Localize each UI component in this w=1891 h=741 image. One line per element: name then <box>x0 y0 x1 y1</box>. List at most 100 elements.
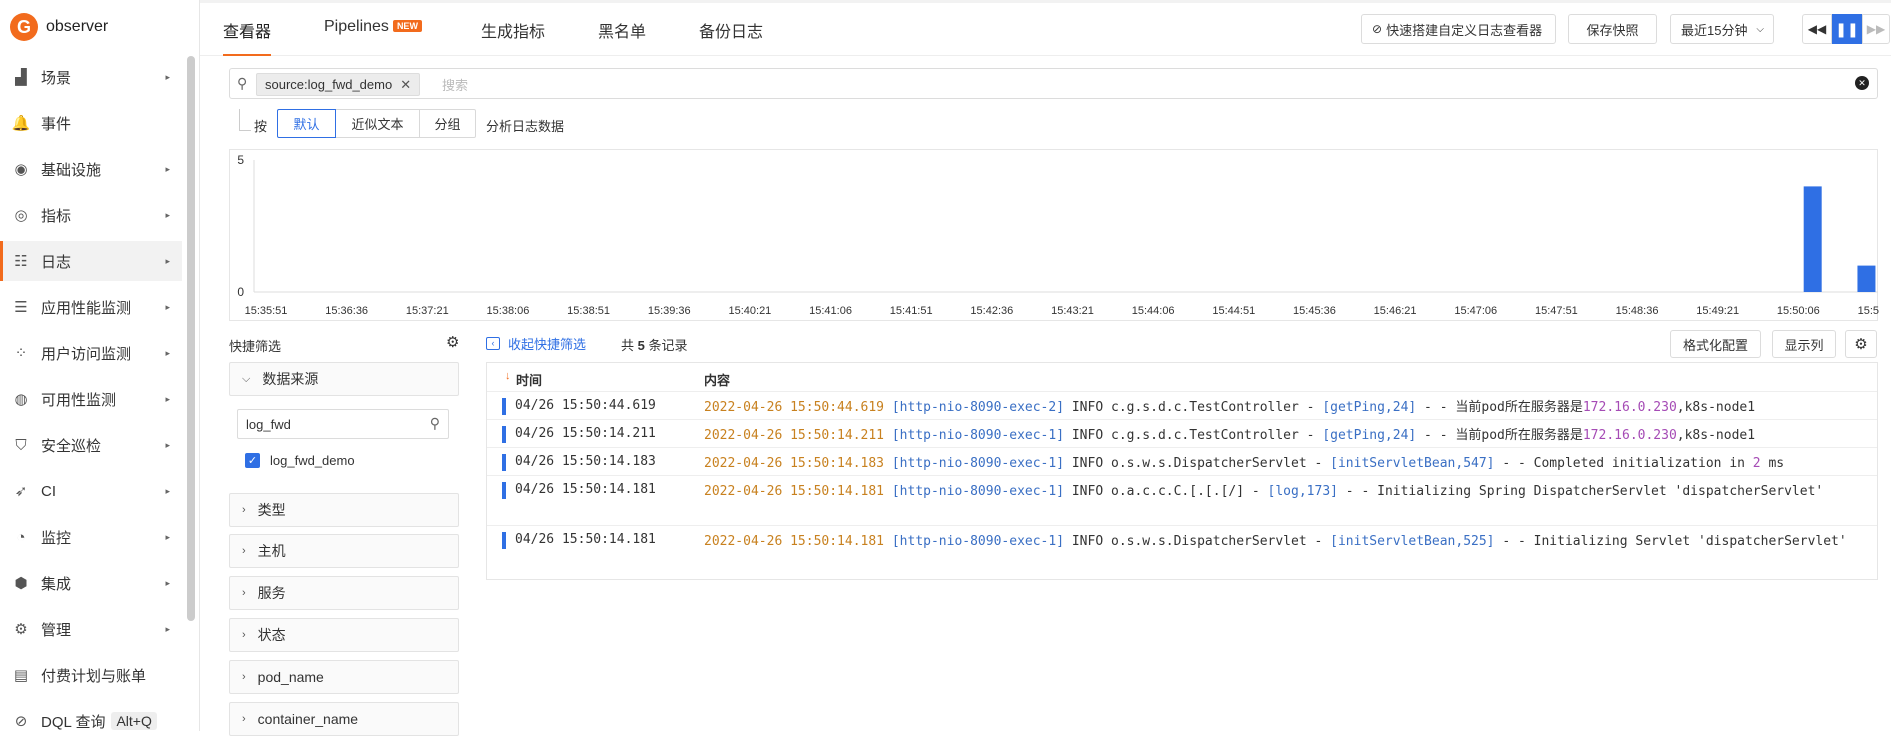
tab-pipelines[interactable]: Pipelines NEW <box>324 18 422 56</box>
filter-chip-label: source:log_fwd_demo <box>265 77 393 92</box>
format-config-label: 格式化配置 <box>1682 337 1748 353</box>
bell-icon: 🔔 <box>11 115 31 132</box>
gear-icon[interactable]: ⚙ <box>446 333 459 351</box>
shortcut-badge: Alt+Q <box>111 712 157 730</box>
x-tick-label: 15:41:06 <box>809 305 852 317</box>
show-columns-button[interactable]: 显示列 <box>1772 330 1836 358</box>
close-icon[interactable]: ✕ <box>400 77 411 93</box>
shield-icon: ⛉ <box>15 436 27 454</box>
source-search-input[interactable]: log_fwd ⚲ <box>237 409 449 439</box>
source-option[interactable]: ✓ log_fwd_demo <box>245 453 355 468</box>
sidebar-item-label: 可用性监测 <box>41 391 117 409</box>
facet-label: 类型 <box>257 502 286 518</box>
row-time: 04/26 15:50:14.181 <box>515 482 656 497</box>
format-config-button[interactable]: 格式化配置 <box>1670 330 1761 358</box>
table-row[interactable]: 04/26 15:50:44.619 2022-04-26 15:50:44.61… <box>487 391 1877 419</box>
sidebar-item[interactable]: ◍ 可用性监测 ▸ <box>0 379 182 419</box>
log-tail-a: - - 当前pod所在服务器是 <box>1416 400 1583 415</box>
column-time-header[interactable]: 时间 <box>516 370 542 389</box>
tab-viewer[interactable]: 查看器 <box>223 18 272 56</box>
facet-host[interactable]: › 主机 <box>229 534 459 568</box>
x-tick-label: 15:35:51 <box>245 305 288 317</box>
pause-button[interactable]: ❚❚ <box>1832 14 1862 44</box>
x-tick-label: 15:48:36 <box>1616 305 1659 317</box>
log-thread: [http-nio-8090-exec-2] <box>891 400 1065 415</box>
sidebar-item[interactable]: ◔ 监控 ▸ <box>0 517 182 557</box>
count-prefix: 共 <box>621 338 635 353</box>
x-tick-label: 15:39:36 <box>648 305 691 317</box>
sidebar-scrollbar[interactable] <box>187 56 195 621</box>
column-content-header[interactable]: 内容 <box>704 370 730 389</box>
facet-label: 状态 <box>257 627 286 643</box>
histogram-bar[interactable] <box>1857 265 1876 292</box>
chevron-right-icon: › <box>242 629 246 641</box>
chevron-right-icon: ▸ <box>165 439 170 450</box>
row-time: 04/26 15:50:14.183 <box>515 454 656 469</box>
table-row[interactable]: 04/26 15:50:14.181 2022-04-26 15:50:14.18… <box>487 475 1877 525</box>
checkbox-checked-icon[interactable]: ✓ <box>245 453 260 468</box>
search-input[interactable]: 搜索 <box>442 75 468 94</box>
sidebar-item[interactable]: ◉ 基础设施 ▸ <box>0 149 182 189</box>
sidebar-item[interactable]: ▟ 场景 ▸ <box>0 57 182 97</box>
sidebar-item[interactable]: ⁘ 用户访问监测 ▸ <box>0 333 182 373</box>
x-tick-label: 15:49:21 <box>1696 305 1739 317</box>
sidebar-item[interactable]: ▤ 付费计划与账单 <box>0 655 182 695</box>
list-settings-button[interactable]: ⚙ <box>1845 330 1877 358</box>
collapse-filter-label: 收起快捷筛选 <box>508 337 587 352</box>
sidebar-item[interactable]: 🔔 事件 <box>0 103 182 143</box>
facet-type[interactable]: › 类型 <box>229 493 459 527</box>
x-tick-label: 15:36:36 <box>325 305 368 317</box>
tab-generate-metrics[interactable]: 生成指标 <box>481 18 545 56</box>
sidebar-item[interactable]: ⬢ 集成 ▸ <box>0 563 182 603</box>
save-snapshot-button[interactable]: 保存快照 <box>1568 14 1657 44</box>
histogram-bar[interactable] <box>1803 186 1822 292</box>
facet-source[interactable]: ⌵ 数据来源 <box>229 362 459 396</box>
forward-button[interactable]: ▶▶ <box>1862 14 1890 44</box>
collapse-filter-button[interactable]: ‹ 收起快捷筛选 <box>486 334 586 353</box>
settings-icon: ⚙ <box>14 621 28 638</box>
search-bar[interactable]: ⚲ source:log_fwd_demo ✕ 搜索 ✕ <box>229 68 1878 99</box>
time-range-select[interactable]: 最近15分钟 ⌵ <box>1670 14 1774 44</box>
log-mid: INFO c.g.s.d.c.TestController - <box>1064 428 1323 443</box>
sidebar-item-label: 应用性能监测 <box>41 299 132 317</box>
quick-filter-title: 快捷筛选 <box>229 339 282 354</box>
x-tick-label: 15:47:51 <box>1535 305 1578 317</box>
table-row[interactable]: 04/26 15:50:14.183 2022-04-26 15:50:14.18… <box>487 447 1877 475</box>
filter-chip[interactable]: source:log_fwd_demo ✕ <box>256 73 421 96</box>
table-header: ↓ 时间 内容 <box>487 363 1877 391</box>
brand[interactable]: G observer <box>10 12 108 42</box>
log-tail-a: - - Initializing Spring DispatcherServle… <box>1337 484 1824 499</box>
tab-blacklist[interactable]: 黑名单 <box>598 18 646 56</box>
group-default[interactable]: 默认 <box>277 109 336 138</box>
group-bracket <box>239 109 251 131</box>
group-similar-text[interactable]: 近似文本 <box>335 109 420 138</box>
sidebar-item[interactable]: ☷ 日志 ▸ <box>0 241 182 281</box>
brand-name: observer <box>46 18 109 35</box>
log-method: [initServletBean,547] <box>1330 456 1495 471</box>
sidebar-item[interactable]: ⚙ 管理 ▸ <box>0 609 182 649</box>
tab-backup-logs[interactable]: 备份日志 <box>699 18 763 56</box>
sort-desc-icon[interactable]: ↓ <box>505 370 511 382</box>
custom-viewer-button[interactable]: ⊘ 快速搭建自定义日志查看器 <box>1361 14 1556 44</box>
group-cluster[interactable]: 分组 <box>419 109 476 138</box>
sidebar-item[interactable]: ◎ 指标 ▸ <box>0 195 182 235</box>
logo-icon: G <box>10 13 38 41</box>
tab-label: Pipelines <box>324 18 389 35</box>
clear-icon[interactable]: ✕ <box>1855 76 1869 90</box>
facet-pod-name[interactable]: › pod_name <box>229 660 459 694</box>
sidebar: G observer ▟ 场景 ▸ 🔔 事件 ◉ 基础设施 ▸ ◎ 指标 ▸ ☷ 日志 ▸ ☰ 应用性能监测 ▸… <box>0 0 200 731</box>
search-icon: ⚲ <box>429 415 440 431</box>
sidebar-item[interactable]: ⛉ 安全巡检 ▸ <box>0 425 182 465</box>
sidebar-item[interactable]: ☰ 应用性能监测 ▸ <box>0 287 182 327</box>
log-mid: INFO c.g.s.d.c.TestController - <box>1064 400 1323 415</box>
log-ts: 2022-04-26 15:50:14.183 <box>704 456 885 471</box>
rewind-button[interactable]: ◀◀ <box>1802 14 1832 44</box>
sidebar-item[interactable]: ➶ CI ▸ <box>0 471 182 511</box>
facet-label: container_name <box>257 711 359 727</box>
facet-service[interactable]: › 服务 <box>229 576 459 610</box>
table-row[interactable]: 04/26 15:50:14.181 2022-04-26 15:50:14.18… <box>487 525 1877 575</box>
table-row[interactable]: 04/26 15:50:14.211 2022-04-26 15:50:14.21… <box>487 419 1877 447</box>
facet-status[interactable]: › 状态 <box>229 618 459 652</box>
sidebar-item[interactable]: ⊘ DQL 查询 Alt+Q <box>0 701 182 741</box>
sidebar-item-label: 场景 <box>41 69 72 87</box>
